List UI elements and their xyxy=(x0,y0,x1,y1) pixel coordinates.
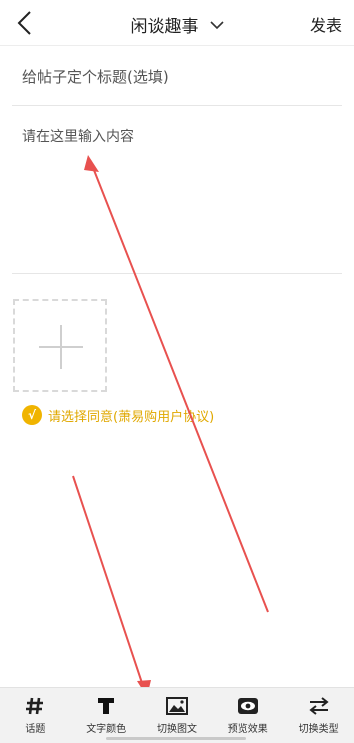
title-input[interactable] xyxy=(12,48,342,105)
editor-toolbar: 话题 文字颜色 切换图文 预览效果 切换类型 xyxy=(0,687,354,743)
toolbar-switch-type[interactable]: 切换类型 xyxy=(283,688,354,743)
plus-icon-vertical xyxy=(60,325,62,369)
toolbar-switch-image-text[interactable]: 切换图文 xyxy=(142,688,213,743)
toolbar-text-color[interactable]: 文字颜色 xyxy=(71,688,142,743)
toolbar-preview-label: 预览效果 xyxy=(227,724,268,735)
switch-arrows-icon xyxy=(308,697,329,715)
page-title: 闲谈趣事 xyxy=(130,17,199,37)
toolbar-switch-image-text-label: 切换图文 xyxy=(156,724,197,735)
eye-icon xyxy=(237,698,258,714)
content-input[interactable] xyxy=(12,106,342,273)
agreement-check-icon[interactable]: √ xyxy=(22,405,42,425)
toolbar-preview[interactable]: 预览效果 xyxy=(212,688,283,743)
agreement-row[interactable]: √ 请选择同意(萧易购用户协议) xyxy=(22,404,214,426)
image-icon xyxy=(165,697,188,715)
home-indicator xyxy=(106,737,246,740)
chevron-down-icon xyxy=(209,20,224,29)
toolbar-switch-type-label: 切换类型 xyxy=(298,724,339,735)
toolbar-topic[interactable]: 话题 xyxy=(0,688,71,743)
hash-icon xyxy=(26,697,44,715)
add-image-button[interactable] xyxy=(13,299,107,392)
agreement-text[interactable]: 请选择同意(萧易购用户协议) xyxy=(48,406,214,425)
publish-button[interactable]: 发表 xyxy=(310,12,342,36)
category-selector[interactable]: 闲谈趣事 xyxy=(0,12,354,37)
title-field-wrap xyxy=(12,48,342,106)
top-bar: 闲谈趣事 发表 xyxy=(0,0,354,46)
toolbar-text-color-label: 文字颜色 xyxy=(86,724,127,735)
toolbar-topic-label: 话题 xyxy=(25,724,46,735)
text-color-icon xyxy=(98,698,115,714)
content-field-wrap xyxy=(12,106,342,274)
